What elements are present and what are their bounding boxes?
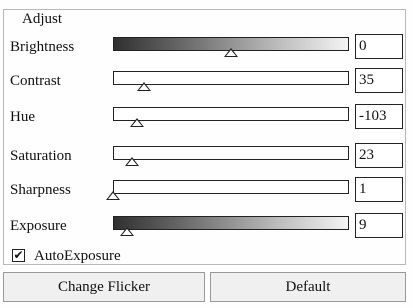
sharpness-slider-thumb[interactable] (106, 191, 120, 200)
checkmark-icon: ✔ (13, 248, 24, 262)
contrast-label: Contrast (10, 73, 61, 89)
saturation-value-field[interactable]: 23 (355, 143, 403, 168)
sharpness-label: Sharpness (10, 182, 71, 198)
hue-slider-thumb[interactable] (129, 118, 144, 127)
hue-value-field[interactable]: -103 (355, 104, 403, 129)
hue-label: Hue (10, 109, 35, 125)
default-button[interactable]: Default (210, 272, 406, 302)
brightness-label: Brightness (10, 39, 75, 55)
hue-row: Hue -103 (0, 104, 412, 132)
exposure-slider-thumb[interactable] (120, 227, 135, 236)
hue-slider[interactable] (113, 107, 349, 121)
saturation-label: Saturation (10, 148, 72, 164)
exposure-value-field[interactable]: 9 (355, 213, 403, 238)
auto-exposure-label[interactable]: AutoExposure (34, 248, 121, 264)
brightness-value-field[interactable]: 0 (355, 34, 403, 59)
saturation-row: Saturation 23 (0, 143, 412, 171)
change-flicker-button[interactable]: Change Flicker (3, 272, 205, 302)
contrast-slider-thumb[interactable] (136, 82, 151, 91)
exposure-label: Exposure (10, 218, 67, 234)
group-title: Adjust (20, 10, 65, 28)
sharpness-value-field[interactable]: 1 (355, 177, 403, 202)
saturation-slider-thumb[interactable] (124, 157, 139, 166)
sharpness-slider[interactable] (113, 180, 349, 194)
sharpness-row: Sharpness 1 (0, 177, 412, 205)
exposure-row: Exposure 9 (0, 213, 412, 241)
contrast-row: Contrast 35 (0, 68, 412, 96)
exposure-slider[interactable] (113, 216, 349, 230)
brightness-row: Brightness 0 (0, 34, 412, 62)
auto-exposure-checkbox[interactable]: ✔ (12, 249, 25, 262)
brightness-slider-thumb[interactable] (224, 48, 238, 57)
contrast-value-field[interactable]: 35 (355, 68, 403, 93)
saturation-slider[interactable] (113, 146, 349, 160)
